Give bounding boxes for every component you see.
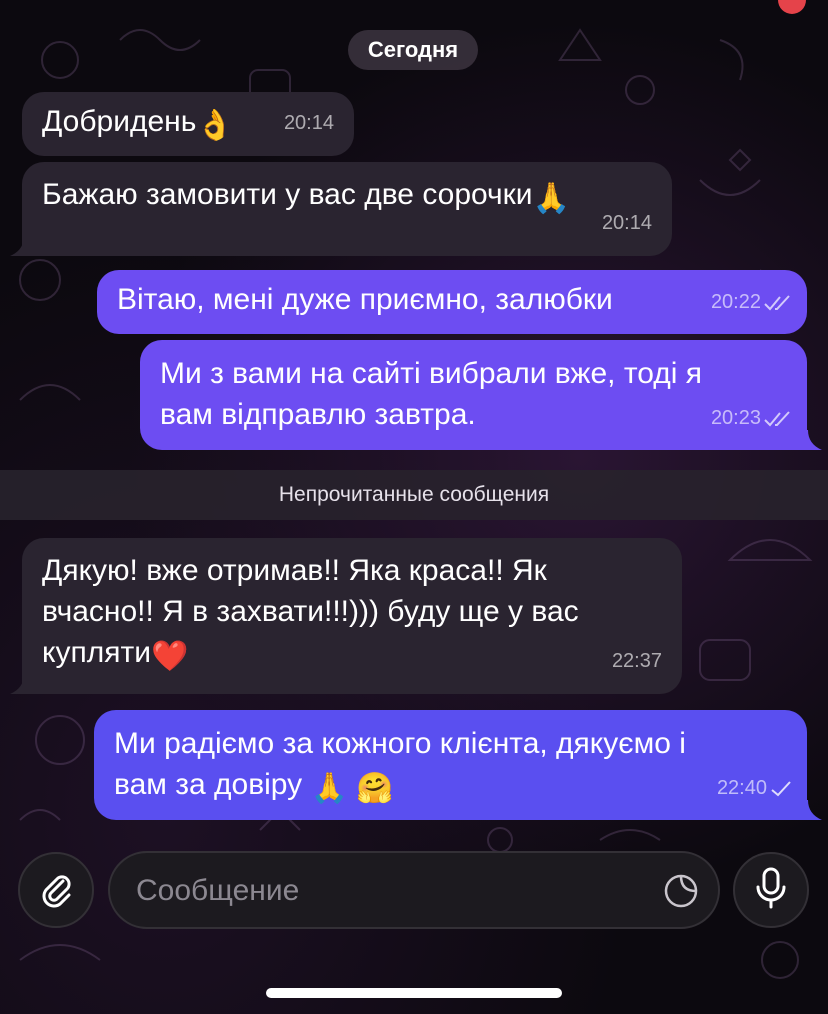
message-input[interactable]	[134, 853, 638, 929]
red-heart-emoji: ❤️	[150, 640, 189, 673]
hugging-face-emoji: 🤗	[356, 772, 394, 805]
home-indicator	[266, 988, 562, 998]
message-input-container[interactable]	[108, 851, 720, 929]
message-text: Бажаю замовити у вас две сорочки	[42, 178, 533, 211]
sticker-icon[interactable]	[662, 872, 700, 915]
message-text-line: вам відправлю завтра.	[160, 398, 476, 431]
single-check-icon	[769, 780, 793, 798]
message-bubble-outgoing[interactable]: Ми радіємо за кожного клієнта, дякуємо і…	[94, 710, 807, 820]
message-text-line: вам за довіру	[114, 768, 311, 801]
double-check-icon	[763, 294, 793, 312]
ok-hand-emoji: 👌	[196, 109, 234, 142]
message-text: Добридень	[42, 105, 197, 138]
message-bubble-incoming[interactable]: Добридень👌 20:14	[22, 92, 354, 156]
message-time: 22:40	[716, 777, 767, 799]
microphone-icon	[753, 866, 789, 915]
message-text-line: Дякую! вже отримав!! Яка краса!! Як	[42, 554, 547, 587]
date-separator: Сегодня	[348, 30, 478, 70]
voice-message-button[interactable]	[733, 852, 809, 928]
message-text: Вітаю, мені дуже приємно, залюбки	[117, 283, 613, 316]
message-time: 20:23	[710, 407, 761, 429]
message-text-line: вчасно!! Я в захвати!!!))) буду ще у вас	[42, 595, 579, 628]
paperclip-icon	[36, 868, 76, 913]
attach-button[interactable]	[18, 852, 94, 928]
unread-messages-divider: Непрочитанные сообщения	[0, 470, 828, 520]
folded-hands-emoji: 🙏	[310, 772, 348, 805]
double-check-icon	[763, 410, 793, 428]
message-bubble-outgoing[interactable]: Вітаю, мені дуже приємно, залюбки 20:22	[97, 270, 807, 334]
message-text-line: купляти	[42, 636, 151, 669]
message-bubble-outgoing[interactable]: Ми з вами на сайті вибрали вже, тоді я в…	[140, 340, 807, 450]
bubble-tail	[10, 236, 32, 256]
bubble-tail	[10, 674, 32, 694]
message-time: 22:37	[611, 650, 662, 672]
unread-divider-label: Непрочитанные сообщения	[278, 483, 550, 506]
message-text-line: Ми радіємо за кожного клієнта, дякуємо і	[114, 727, 686, 760]
message-time: 20:22	[710, 291, 761, 313]
message-bubble-incoming[interactable]: Бажаю замовити у вас две сорочки🙏 20:14	[22, 162, 672, 256]
bubble-tail	[800, 800, 822, 820]
message-text-line: Ми з вами на сайті вибрали вже, тоді я	[160, 357, 702, 390]
folded-hands-emoji: 🙏	[532, 182, 570, 215]
message-time: 20:14	[283, 112, 334, 134]
bubble-tail	[800, 430, 822, 450]
message-time: 20:14	[601, 212, 652, 234]
message-bubble-incoming[interactable]: Дякую! вже отримав!! Яка краса!! Як вчас…	[22, 538, 682, 694]
